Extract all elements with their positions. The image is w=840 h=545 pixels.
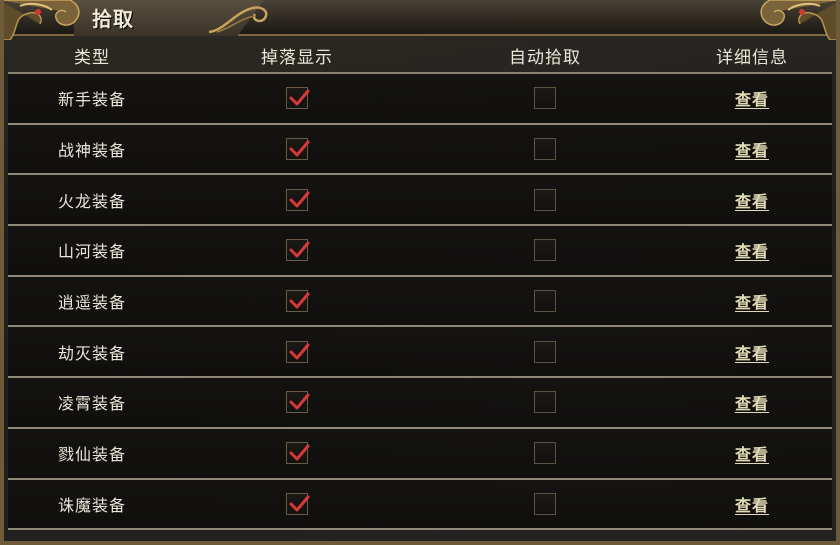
view-details-link[interactable]: 查看 bbox=[735, 137, 769, 161]
auto-pickup-checkbox[interactable] bbox=[534, 239, 556, 262]
drop-display-checkbox[interactable] bbox=[286, 492, 310, 515]
drop-display-checkbox[interactable] bbox=[286, 290, 310, 313]
checkmark-icon bbox=[289, 241, 310, 258]
auto-pickup-checkbox[interactable] bbox=[534, 391, 556, 414]
checkmark-icon bbox=[289, 343, 310, 360]
checkmark-icon bbox=[289, 191, 310, 208]
equipment-type-label: 戮仙装备 bbox=[57, 445, 126, 465]
auto-pickup-checkbox[interactable] bbox=[534, 340, 556, 363]
table-row: 劫灭装备 查看 bbox=[8, 327, 832, 379]
drop-display-checkbox[interactable] bbox=[286, 87, 310, 110]
table-body: 新手装备 查看 战神装备 查看 火龙装备 查看 山河装备 查看 逍遥装备 查看 劫灭装备 查看 凌霄装备… bbox=[8, 74, 832, 531]
checkmark-icon bbox=[289, 495, 310, 512]
table-row: 诛魔装备 查看 bbox=[8, 479, 832, 531]
equipment-type-label: 山河装备 bbox=[57, 242, 126, 262]
equipment-type-label: 劫灭装备 bbox=[57, 343, 126, 363]
equipment-type-label: 凌霄装备 bbox=[57, 394, 126, 414]
column-header-type: 类型 bbox=[74, 47, 110, 68]
table-row: 戮仙装备 查看 bbox=[8, 428, 832, 480]
drop-display-checkbox[interactable] bbox=[286, 340, 310, 363]
drop-display-checkbox[interactable] bbox=[286, 442, 310, 465]
swirl-ornament-icon bbox=[208, 6, 268, 34]
checkmark-icon bbox=[289, 140, 310, 157]
table-row: 战神装备 查看 bbox=[8, 124, 832, 176]
auto-pickup-checkbox[interactable] bbox=[534, 188, 556, 211]
equipment-type-label: 战神装备 bbox=[57, 141, 126, 161]
pickup-settings-panel: 拾取 类型 掉落显示 自动拾取 详细信息 新手装备 查看 战神装备 查看 火龙装备 查看山… bbox=[0, 0, 840, 545]
drop-display-checkbox[interactable] bbox=[286, 391, 310, 414]
column-header-details: 详细信息 bbox=[716, 47, 788, 68]
table-row: 山河装备 查看 bbox=[8, 226, 832, 277]
view-details-link[interactable]: 查看 bbox=[735, 289, 769, 313]
view-details-link[interactable]: 查看 bbox=[735, 340, 769, 364]
table-row: 凌霄装备 查看 bbox=[8, 378, 832, 429]
column-header-drop-display: 掉落显示 bbox=[261, 47, 333, 68]
checkmark-icon bbox=[289, 292, 310, 309]
dragon-corner-icon bbox=[0, 0, 80, 40]
auto-pickup-checkbox[interactable] bbox=[534, 290, 556, 313]
auto-pickup-checkbox[interactable] bbox=[534, 442, 556, 465]
checkmark-icon bbox=[289, 89, 310, 106]
view-details-link[interactable]: 查看 bbox=[735, 390, 769, 414]
drop-display-checkbox[interactable] bbox=[286, 138, 310, 161]
view-details-link[interactable]: 查看 bbox=[735, 188, 769, 212]
title-bar: 拾取 bbox=[0, 0, 840, 40]
equipment-type-label: 火龙装备 bbox=[57, 191, 126, 211]
table-row: 新手装备 查看 bbox=[8, 74, 832, 125]
checkmark-icon bbox=[289, 393, 310, 410]
drop-display-checkbox[interactable] bbox=[286, 188, 310, 211]
auto-pickup-checkbox[interactable] bbox=[534, 492, 556, 515]
equipment-type-label: 新手装备 bbox=[57, 90, 126, 110]
pickup-table: 类型 掉落显示 自动拾取 详细信息 新手装备 查看 战神装备 查看 火龙装备 查看 山河装备… bbox=[8, 38, 832, 531]
view-details-link[interactable]: 查看 bbox=[735, 86, 769, 110]
checkmark-icon bbox=[289, 444, 310, 461]
dragon-corner-icon bbox=[760, 0, 840, 40]
equipment-type-label: 诛魔装备 bbox=[57, 495, 126, 515]
table-header: 类型 掉落显示 自动拾取 详细信息 bbox=[8, 38, 832, 74]
column-header-auto-pickup: 自动拾取 bbox=[509, 47, 581, 68]
table-row: 火龙装备 查看 bbox=[8, 175, 832, 227]
view-details-link[interactable]: 查看 bbox=[735, 492, 769, 516]
table-row: 逍遥装备 查看 bbox=[8, 276, 832, 328]
auto-pickup-checkbox[interactable] bbox=[534, 87, 556, 110]
drop-display-checkbox[interactable] bbox=[286, 239, 310, 262]
view-details-link[interactable]: 查看 bbox=[735, 238, 769, 262]
equipment-type-label: 逍遥装备 bbox=[57, 293, 126, 313]
view-details-link[interactable]: 查看 bbox=[735, 441, 769, 465]
auto-pickup-checkbox[interactable] bbox=[534, 138, 556, 161]
panel-title: 拾取 bbox=[92, 7, 134, 31]
